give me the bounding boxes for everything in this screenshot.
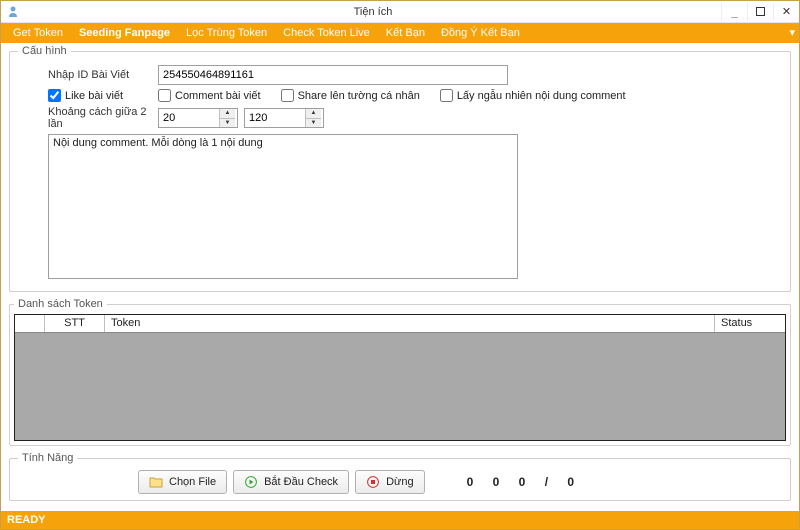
- tab-overflow-chevron[interactable]: ▾: [789, 23, 795, 43]
- interval-max-arrows: ▲ ▼: [305, 109, 321, 127]
- feature-row: Chọn File Bắt Đầu Check Dừng 0 0: [138, 470, 782, 494]
- stop-icon: [366, 475, 380, 489]
- interval-min-spinner[interactable]: ▲ ▼: [158, 108, 238, 128]
- interval-max-input[interactable]: [245, 109, 305, 127]
- like-checkbox[interactable]: Like bài viết: [48, 89, 158, 102]
- counter-1: 0: [461, 475, 480, 489]
- random-comment-checkbox-input[interactable]: [440, 89, 453, 102]
- config-group: Cấu hình Nhập ID Bài Viết Like bài viết …: [9, 45, 791, 292]
- token-grid-header: STT Token Status: [15, 315, 785, 333]
- interval-max-up[interactable]: ▲: [306, 109, 321, 118]
- interval-label: Khoảng cách giữa 2 lần: [48, 106, 158, 130]
- counter-2: 0: [487, 475, 506, 489]
- token-grid-rowheader[interactable]: [15, 315, 45, 332]
- token-list-legend: Danh sách Token: [14, 298, 107, 310]
- window-controls: _ ✕: [721, 3, 799, 21]
- random-comment-checkbox[interactable]: Lấy ngẫu nhiên nội dung comment: [440, 89, 626, 102]
- tab-seeding-fanpage[interactable]: Seeding Fanpage: [71, 23, 178, 43]
- token-col-token[interactable]: Token: [105, 315, 715, 332]
- token-grid-body[interactable]: [15, 333, 785, 440]
- stop-button[interactable]: Dừng: [355, 470, 425, 494]
- counters: 0 0 0 / 0: [461, 475, 580, 489]
- feature-legend: Tính Năng: [18, 452, 77, 464]
- start-check-button[interactable]: Bắt Đầu Check: [233, 470, 349, 494]
- interval-min-up[interactable]: ▲: [220, 109, 235, 118]
- tab-ket-ban[interactable]: Kết Bạn: [378, 23, 433, 43]
- row-comment-text: [48, 134, 782, 279]
- content-area: Cấu hình Nhập ID Bài Viết Like bài viết …: [1, 43, 799, 511]
- like-checkbox-input[interactable]: [48, 89, 61, 102]
- play-icon: [244, 475, 258, 489]
- token-col-status[interactable]: Status: [715, 315, 785, 332]
- share-checkbox[interactable]: Share lên tường cá nhân: [281, 89, 420, 102]
- comment-textarea[interactable]: [48, 134, 518, 279]
- feature-group: Tính Năng Chọn File Bắt Đầu Check: [9, 452, 791, 501]
- interval-min-arrows: ▲ ▼: [219, 109, 235, 127]
- interval-max-down[interactable]: ▼: [306, 118, 321, 128]
- title-bar: Tiện ích _ ✕: [1, 1, 799, 23]
- token-list-group: Danh sách Token STT Token Status: [9, 298, 791, 446]
- random-comment-checkbox-label: Lấy ngẫu nhiên nội dung comment: [457, 90, 626, 102]
- tab-dong-y-ket-ban[interactable]: Đồng Ý Kết Bạn: [433, 23, 528, 43]
- comment-checkbox[interactable]: Comment bài viết: [158, 89, 261, 102]
- close-button[interactable]: ✕: [773, 3, 799, 21]
- maximize-button[interactable]: [747, 3, 773, 21]
- choose-file-button[interactable]: Chọn File: [138, 470, 227, 494]
- share-checkbox-input[interactable]: [281, 89, 294, 102]
- post-id-input[interactable]: [158, 65, 508, 85]
- interval-max-spinner[interactable]: ▲ ▼: [244, 108, 324, 128]
- token-grid[interactable]: STT Token Status: [14, 314, 786, 441]
- row-post-id: Nhập ID Bài Viết: [48, 65, 782, 85]
- tab-check-token-live[interactable]: Check Token Live: [275, 23, 378, 43]
- interval-min-input[interactable]: [159, 109, 219, 127]
- folder-icon: [149, 475, 163, 489]
- row-interval: Khoảng cách giữa 2 lần ▲ ▼ ▲ ▼: [48, 106, 782, 130]
- stop-label: Dừng: [386, 476, 414, 488]
- choose-file-label: Chọn File: [169, 476, 216, 488]
- comment-checkbox-input[interactable]: [158, 89, 171, 102]
- tab-get-token[interactable]: Get Token: [5, 23, 71, 43]
- counter-4: 0: [561, 475, 580, 489]
- app-window: Tiện ích _ ✕ Get Token Seeding Fanpage L…: [0, 0, 800, 530]
- config-legend: Cấu hình: [18, 45, 71, 57]
- status-text: READY: [7, 514, 46, 526]
- minimize-button[interactable]: _: [721, 3, 747, 21]
- tab-loc-trung-token[interactable]: Lọc Trùng Token: [178, 23, 275, 43]
- tab-bar: Get Token Seeding Fanpage Lọc Trùng Toke…: [1, 23, 799, 43]
- app-icon: [5, 4, 21, 20]
- comment-checkbox-label: Comment bài viết: [175, 90, 261, 102]
- counter-3: 0: [513, 475, 532, 489]
- window-title: Tiện ích: [25, 6, 721, 18]
- post-id-label: Nhập ID Bài Viết: [48, 69, 158, 81]
- start-check-label: Bắt Đầu Check: [264, 476, 338, 488]
- like-checkbox-label: Like bài viết: [65, 90, 123, 102]
- token-col-stt[interactable]: STT: [45, 315, 105, 332]
- status-bar: READY: [1, 511, 799, 529]
- share-checkbox-label: Share lên tường cá nhân: [298, 90, 420, 102]
- counter-sep: /: [539, 475, 554, 489]
- interval-min-down[interactable]: ▼: [220, 118, 235, 128]
- row-options: Like bài viết Comment bài viết Share lên…: [48, 89, 782, 102]
